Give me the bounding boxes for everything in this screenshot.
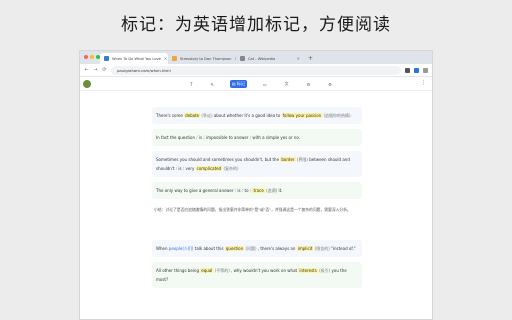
headline: 标记：为英语增加标记，方便阅读 xyxy=(121,15,391,35)
close-tab-icon[interactable]: × xyxy=(297,56,300,61)
text: All other things being xyxy=(156,268,199,273)
extension-icon[interactable] xyxy=(405,67,410,73)
separator: / xyxy=(241,188,244,193)
avatar[interactable] xyxy=(83,80,91,88)
text: is xyxy=(198,135,203,140)
tab-label: Stresstory to Dan Thompson xyxy=(180,56,232,61)
text: very xyxy=(185,166,195,171)
text: In fact the question xyxy=(156,135,196,140)
new-tab-button[interactable]: + xyxy=(304,53,317,64)
marker-extension-icon[interactable] xyxy=(414,67,419,73)
text: about whether it's a good idea to xyxy=(213,113,281,118)
text: talk about this xyxy=(194,246,224,251)
close-window-icon[interactable] xyxy=(84,55,88,59)
text: The only way to give a general answer xyxy=(156,188,234,193)
tab-label: When To Do What You Love xyxy=(112,56,161,61)
separator: / xyxy=(234,188,237,193)
separator: / xyxy=(182,166,185,171)
favicon-icon xyxy=(240,56,245,61)
layout-tool-icon[interactable]: ▭ xyxy=(261,80,269,88)
favicon-icon xyxy=(172,56,177,61)
settings-alt-icon[interactable]: ⚙ xyxy=(326,80,334,88)
url-field[interactable]: paulgraham.com/when.html xyxy=(111,65,401,75)
text: with a simple yes or no. xyxy=(252,135,301,140)
separator: / xyxy=(203,135,205,140)
marked-word[interactable]: border xyxy=(280,157,296,162)
marked-phrase[interactable]: follow your passion xyxy=(281,113,323,118)
marked-word[interactable]: trace xyxy=(252,188,265,193)
reload-icon[interactable]: ⟳ xyxy=(102,67,107,73)
separator: / xyxy=(249,135,252,140)
translate-tool-icon[interactable]: 文 xyxy=(283,80,291,88)
marked-word[interactable]: complicated xyxy=(195,166,223,171)
text: There's some xyxy=(156,113,183,118)
translation: (复杂的) xyxy=(223,166,239,171)
window-controls xyxy=(84,55,100,59)
translation: (争论) xyxy=(201,113,213,118)
reader-toolbar: T ✎ ▤ 标记 ▭ 文 ⚙ ⚙ ⋮ xyxy=(80,77,432,91)
favicon-icon xyxy=(104,56,109,61)
sentence-card: When people(人们) talk about this question… xyxy=(152,240,362,257)
marked-word[interactable]: interests xyxy=(298,268,318,273)
mark-tool-button[interactable]: ▤ 标记 xyxy=(229,80,247,88)
separator: / xyxy=(196,135,198,140)
tab-stresstory[interactable]: Stresstory to Dan Thompson × xyxy=(168,53,236,64)
translation: (隐含的) xyxy=(314,246,330,251)
text: "instead of." xyxy=(331,246,356,251)
article-content: There's some debate (争论) about whether i… xyxy=(152,107,362,293)
pen-tool-icon[interactable]: ✎ xyxy=(208,80,215,88)
browser-window: When To Do What You Love × Stresstory to… xyxy=(79,50,433,320)
text: , there's always an xyxy=(257,246,296,251)
text: When xyxy=(156,246,168,251)
marked-word[interactable]: implicit xyxy=(296,246,314,251)
separator: / xyxy=(175,166,178,171)
tab-cat-wikipedia[interactable]: Cat - Wikipedia × xyxy=(236,53,304,64)
profile-icon[interactable] xyxy=(423,67,428,73)
translation: (界限) xyxy=(296,157,308,162)
sentence-card: All other things being equal (平等的) , why… xyxy=(152,262,362,288)
sentence-card: The only way to give a general answer / … xyxy=(152,182,362,199)
marked-word[interactable]: debate xyxy=(184,113,201,118)
text: impossible to answer xyxy=(206,135,249,140)
summary-note: 小结：讨论了是否应追随激情的问题，指出答案并非简单的"是"或"否"，并强调这是一… xyxy=(154,207,351,212)
font-tool-icon[interactable]: T xyxy=(188,80,194,88)
marked-word[interactable]: people(人们) xyxy=(169,246,194,251)
close-tab-icon[interactable]: × xyxy=(164,56,167,61)
text: , why wouldn't you work on what xyxy=(231,268,298,273)
translation: (平等的) xyxy=(214,268,230,273)
text: is xyxy=(237,188,241,193)
sentence-card: Sometimes you should and sometimes you s… xyxy=(152,151,362,177)
address-bar-row: ← → ⟳ paulgraham.com/when.html xyxy=(80,64,432,77)
translation: (吸引) xyxy=(319,268,331,273)
tab-label: Cat - Wikipedia xyxy=(248,56,276,61)
settings-tool-icon[interactable]: ⚙ xyxy=(305,80,313,88)
back-icon[interactable]: ← xyxy=(84,67,89,73)
tab-strip: When To Do What You Love × Stresstory to… xyxy=(80,51,432,64)
text: Sometimes you should and sometimes you s… xyxy=(156,157,280,162)
sentence-card: There's some debate (争论) about whether i… xyxy=(152,107,362,124)
marked-word[interactable]: question xyxy=(224,246,245,251)
text: it. xyxy=(278,188,283,193)
forward-icon[interactable]: → xyxy=(93,67,98,73)
translation: (问题) xyxy=(245,246,257,251)
translation: (追随你的热情). xyxy=(323,113,352,118)
sentence-card: In fact the question / is / impossible t… xyxy=(152,129,362,146)
separator: / xyxy=(249,188,252,193)
translation: (追溯) xyxy=(266,188,278,193)
minimize-window-icon[interactable] xyxy=(90,55,94,59)
text: is xyxy=(178,166,182,171)
text: to xyxy=(244,188,249,193)
marked-word[interactable]: equal xyxy=(200,268,214,273)
tab-when-to-do[interactable]: When To Do What You Love × xyxy=(100,53,168,64)
more-menu-icon[interactable]: ⋮ xyxy=(421,80,426,86)
maximize-window-icon[interactable] xyxy=(96,55,100,59)
